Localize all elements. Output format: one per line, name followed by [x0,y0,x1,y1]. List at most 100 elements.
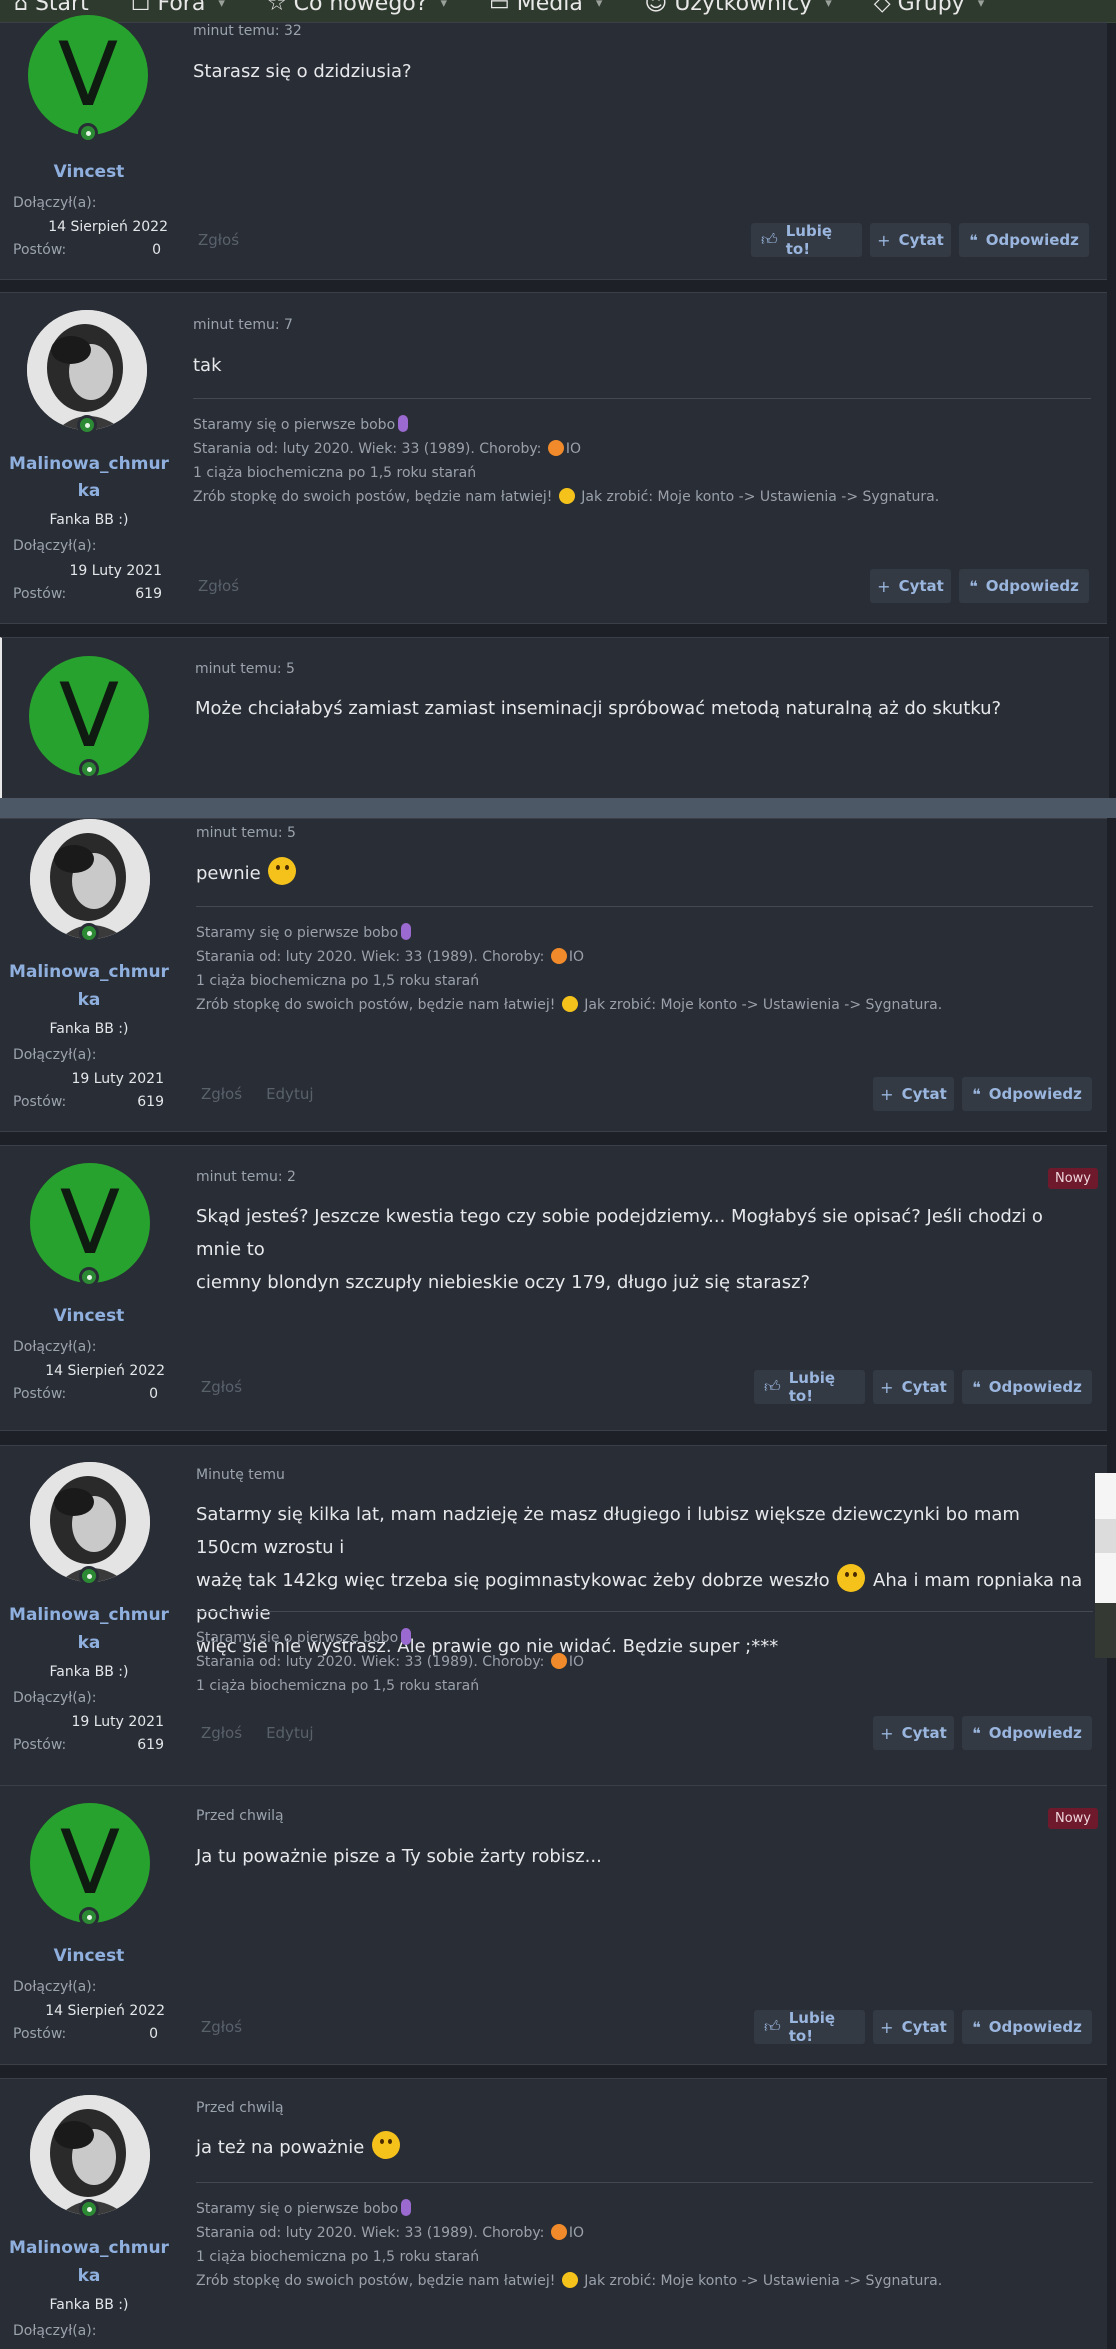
edit-link[interactable]: Edytuj [266,1085,313,1103]
avatar[interactable] [30,1462,150,1582]
joined-label: Dołączył(a): [13,1339,97,1355]
emoji-icon [550,1653,567,1669]
profile-photo [30,819,150,939]
quote-button[interactable]: + Cytat [873,1077,954,1111]
post-time[interactable]: minut temu: 5 [195,661,295,677]
username[interactable]: Vincest [0,1943,178,1970]
username-line2[interactable]: ka [0,1630,178,1657]
avatar[interactable]: V [28,15,148,135]
chevron-down-icon[interactable]: ▾ [218,0,225,11]
username-line2[interactable]: ka [0,987,178,1014]
username[interactable]: Vincest [0,1303,178,1330]
quote-marks-icon: ❝ [969,576,978,596]
like-button[interactable]: 👍︎ Lubię to! [751,222,862,258]
report-link[interactable]: Zgłoś [201,1085,242,1103]
post-time[interactable]: minut temu: 32 [193,23,302,39]
quote-button[interactable]: + Cytat [873,1370,954,1404]
avatar[interactable]: V [30,1803,150,1923]
online-status-icon [78,123,98,143]
post-time[interactable]: minut temu: 5 [196,825,296,841]
post-footer-links: Zgłoś Edytuj [201,1724,338,1742]
user-title: Fanka BB :) [49,1021,129,1037]
post-time[interactable]: minut temu: 2 [196,1169,296,1185]
reply-button[interactable]: ❝ Odpowiedz [962,1716,1092,1750]
post-time[interactable]: Przed chwilą [196,1808,284,1824]
report-link[interactable]: Zgłoś [201,2018,242,2036]
online-status-icon [79,2199,99,2219]
signature-line: Staramy się o pierwsze bobo [196,925,399,941]
quote-button[interactable]: + Cytat [870,569,951,603]
joined-value: 19 Luty 2021 [69,563,162,579]
reply-button[interactable]: ❝ Odpowiedz [962,2010,1092,2044]
username[interactable]: Vincest [0,159,178,186]
thumbs-up-icon: 👍︎ [764,2017,781,2036]
report-link[interactable]: Zgłoś [201,1724,242,1742]
avatar[interactable] [27,310,147,430]
user-icon: ☺ [644,0,668,16]
reply-button[interactable]: ❝ Odpowiedz [962,1370,1092,1404]
signature-line: IO [568,2225,584,2241]
plus-icon: + [880,1377,894,1397]
signature-divider [193,398,1091,399]
post-text: Starasz się o dzidziusia? [193,61,412,82]
avatar[interactable]: V [29,656,149,776]
avatar[interactable]: V [30,1163,150,1283]
username-line1[interactable]: Malinowa_chmur [0,1602,178,1629]
username-line2[interactable]: ka [0,478,178,505]
post-malinowa-2: Malinowa_chmur ka Fanka BB :) Dołączył(a… [0,818,1107,1132]
post-vincest-1: V Vincest Dołączył(a): 14 Sierpień 2022 … [0,15,1107,280]
chevron-down-icon[interactable]: ▾ [440,0,447,11]
signature-line: 1 ciąża biochemiczna po 1,5 roku starań [193,465,477,481]
username-line1[interactable]: Malinowa_chmur [0,959,178,986]
nav-start[interactable]: ⌂ Start [14,0,89,16]
quote-button[interactable]: + Cytat [873,1716,954,1750]
report-link[interactable]: Zgłoś [201,1378,242,1396]
username-line2[interactable]: ka [0,2263,178,2290]
post-footer-links: Zgłoś [201,2018,266,2036]
nav-grupy[interactable]: ◇ Grupy ▾ [874,0,984,16]
post-footer-links: Zgłoś [201,1378,266,1396]
chevron-down-icon[interactable]: ▾ [825,0,832,11]
overlay-popup-edge [1095,1473,1116,1658]
signature-line: Starania od: luty 2020. Wiek: 33 (1989).… [193,441,542,457]
username-line1[interactable]: Malinowa_chmur [0,2235,178,2262]
quote-marks-icon: ❝ [972,1084,981,1104]
edit-link[interactable]: Edytuj [266,1724,313,1742]
top-navigation: ⌂ Start ☐ Fora ▾ ☆ Co nowego? ▾ ▭ Media ▾ ☺ Użyt… [0,0,1116,23]
post-text: pewnie [196,857,1086,890]
quote-button[interactable]: + Cytat [873,2010,954,2044]
online-status-icon [79,923,99,943]
report-link[interactable]: Zgłoś [198,577,239,595]
nav-uzytkownicy[interactable]: ☺ Użytkownicy ▾ [644,0,831,16]
report-link[interactable]: Zgłoś [198,231,239,249]
chat-icon: ☐ [130,0,151,16]
nav-media[interactable]: ▭ Media ▾ [489,0,602,16]
avatar[interactable] [30,819,150,939]
reply-button[interactable]: ❝ Odpowiedz [959,569,1089,603]
reply-button[interactable]: ❝ Odpowiedz [962,1077,1092,1111]
avatar[interactable] [30,2095,150,2215]
post-time[interactable]: minut temu: 7 [193,317,293,333]
post-text: Ja tu poważnie pisze a Ty sobie żarty ro… [196,1846,602,1867]
smile-emoji-icon [268,857,297,885]
user-title: Fanka BB :) [49,1664,129,1680]
sad-emoji-icon [372,2131,401,2159]
signature-line: Starania od: luty 2020. Wiek: 33 (1989).… [196,1654,545,1670]
post-time[interactable]: Przed chwilą [196,2100,284,2116]
username-line1[interactable]: Malinowa_chmur [0,451,178,478]
like-button[interactable]: 👍︎ Lubię to! [754,2009,865,2045]
wink-emoji-icon [837,1564,866,1592]
chevron-down-icon[interactable]: ▾ [978,0,985,11]
smile-emoji-icon [561,2272,578,2288]
pregnant-woman-icon [401,1628,412,1645]
nav-co-nowego[interactable]: ☆ Co nowego? ▾ [267,0,447,16]
quote-marks-icon: ❝ [972,1377,981,1397]
like-button[interactable]: 👍︎ Lubię to! [754,1369,865,1405]
post-time[interactable]: Minutę temu [196,1467,285,1483]
reply-button[interactable]: ❝ Odpowiedz [959,223,1089,257]
quote-button[interactable]: + Cytat [870,223,951,257]
chevron-down-icon[interactable]: ▾ [596,0,603,11]
signature: Staramy się o pierwsze bobo Starania od:… [193,413,1073,509]
nav-fora[interactable]: ☐ Fora ▾ [131,0,225,16]
post-footer-links: Zgłoś [198,577,263,595]
